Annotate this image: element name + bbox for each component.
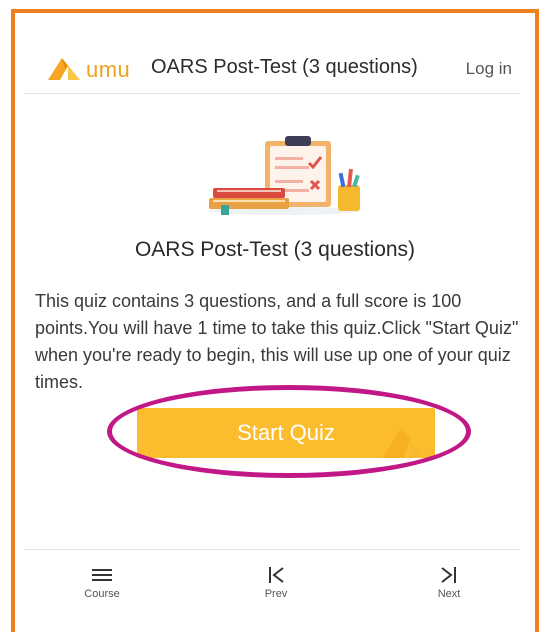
start-quiz-button[interactable]: Start Quiz [137, 408, 435, 458]
umu-logo-icon [48, 58, 80, 80]
quiz-description: This quiz contains 3 questions, and a fu… [35, 291, 519, 392]
quiz-title: OARS Post-Test (3 questions) [134, 238, 416, 261]
nav-course[interactable]: Course [62, 564, 142, 600]
nav-prev-label: Prev [264, 588, 288, 600]
login-link[interactable]: Log in [466, 59, 512, 79]
first-page-icon [269, 567, 284, 583]
logo-text: umu [86, 57, 131, 82]
bottom-navigation: Course Prev Next [24, 549, 520, 615]
menu-icon [92, 569, 112, 581]
nav-next-label: Next [437, 588, 461, 600]
nav-prev[interactable]: Prev [236, 564, 316, 600]
app-header: umu OARS Post-Test (3 questions) Log in [24, 40, 520, 94]
nav-next[interactable]: Next [409, 564, 489, 600]
last-page-icon [441, 567, 456, 583]
button-decoration-icon [383, 428, 423, 458]
quiz-clipboard-illustration [203, 133, 368, 216]
umu-logo[interactable]: umu [48, 53, 158, 83]
nav-course-label: Course [84, 588, 120, 600]
page-title: OARS Post-Test (3 questions) [151, 56, 418, 78]
